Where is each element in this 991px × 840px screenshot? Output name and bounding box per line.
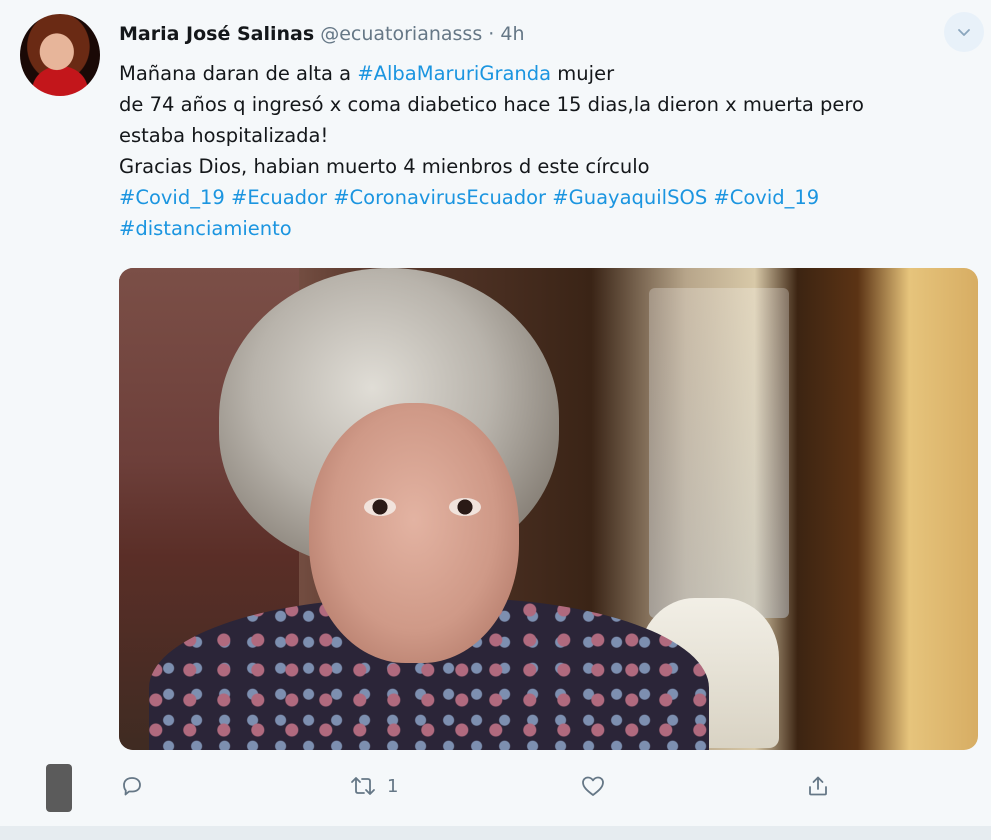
retweet-button[interactable]: 1 [349,756,398,816]
tweet-text-line-1: Mañana daran de alta a #AlbaMaruriGranda… [119,58,979,89]
retweet-count: 1 [387,775,399,797]
retweet-icon [351,777,375,795]
avatar[interactable] [20,14,100,96]
tweet-text-line-2: de 74 años q ingresó x coma diabetico ha… [119,93,864,116]
tweet-card[interactable]: Maria José Salinas @ecuatorianasss · 4h … [0,0,991,826]
tweet-photo[interactable] [119,268,978,750]
reply-button[interactable] [120,756,144,816]
tweet-header: Maria José Salinas @ecuatorianasss · 4h [119,20,525,48]
photo-person-eye-left [364,498,396,516]
photo-person-face [309,403,519,663]
photo-glass-cabinet [649,288,789,618]
bottom-divider [0,826,991,840]
more-options-button[interactable] [944,12,984,52]
author-name[interactable]: Maria José Salinas [119,23,314,45]
photo-person-eye-right [449,498,481,516]
share-button[interactable] [806,756,830,816]
tweet-text-line-4: Gracias Dios, habian muerto 4 mienbros d… [119,155,650,178]
hashtag-link[interactable]: #AlbaMaruriGranda [357,62,551,85]
share-icon [809,776,827,796]
tweet-time[interactable]: 4h [500,23,524,45]
hashtags-line-2[interactable]: #distanciamiento [119,213,979,244]
text-segment: mujer [551,62,615,85]
text-segment: Mañana daran de alta a [119,62,358,85]
separator-dot: · [488,23,495,45]
tweet-text: Mañana daran de alta a #AlbaMaruriGranda… [119,58,979,244]
heart-icon [582,776,604,796]
hashtags-line-1[interactable]: #Covid_19 #Ecuador #CoronavirusEcuador #… [119,182,979,213]
author-handle[interactable]: @ecuatorianasss [320,23,482,45]
like-button[interactable] [580,756,606,816]
reply-icon [123,777,141,796]
tweet-actions: 1 [0,756,991,816]
tweet-text-line-3: estaba hospitalizada! [119,124,329,147]
chevron-down-icon [958,29,970,36]
